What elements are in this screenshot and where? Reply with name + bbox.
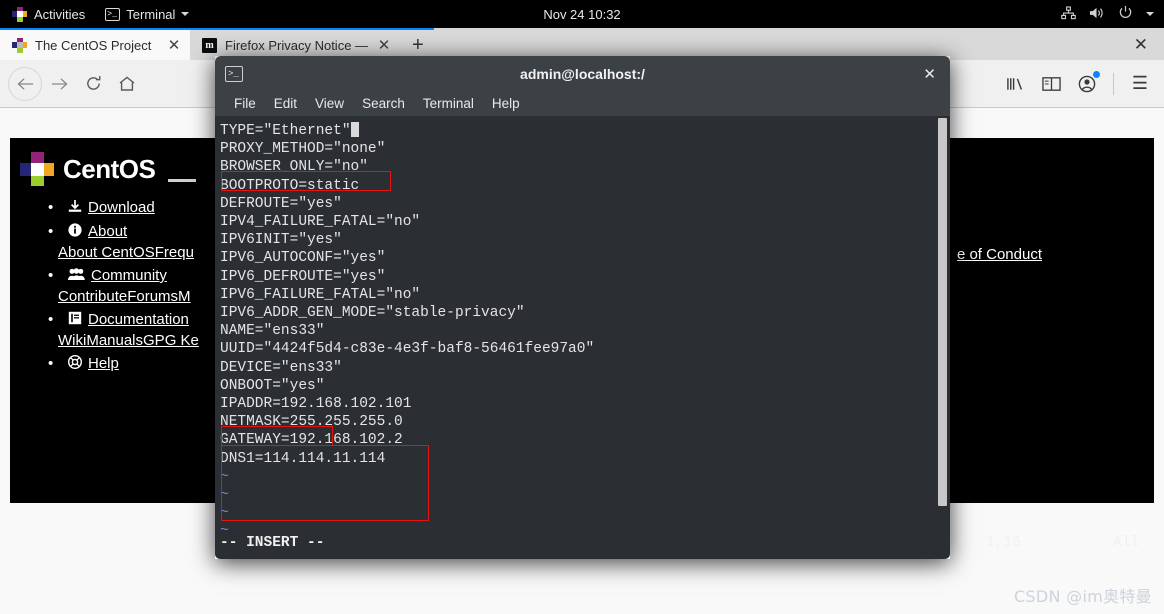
terminal-line: IPV6_FAILURE_FATAL="no" [220,286,421,303]
nav-link-community[interactable]: Community [68,266,167,286]
terminal-icon [105,7,121,21]
logo-underline [168,178,197,182]
app-menu-button[interactable]: ☰ [1124,68,1156,100]
nav-label: Download [88,199,155,216]
help-icon [67,354,83,374]
watermark: CSDN @im奥特曼 [1013,587,1152,606]
centos-logo-icon [12,6,27,22]
vim-mode-indicator: -- INSERT -- [220,535,325,551]
vim-scroll-indicator: All [1113,535,1140,551]
terminal-line: IPV6_DEFROUTE="yes" [220,268,386,285]
terminal-line: IPV6_ADDR_GEN_MODE="stable-privacy" [220,305,525,322]
terminal-line: BOOTPROTO=static [220,177,360,194]
terminal-menubar: File Edit View Search Terminal Help [215,91,950,116]
system-status-area[interactable] [1061,0,1154,28]
sidebar-icon[interactable] [1035,68,1067,100]
nav-label: Help [88,355,119,372]
vim-cursor-position: 1,16 [986,535,1021,551]
library-icon[interactable] [999,68,1031,100]
text-cursor [350,122,359,137]
terminal-output[interactable]: TYPE="Ethernet" PROXY_METHOD="none" BROW… [215,116,950,534]
system-topbar: Activities Terminal Nov 24 10:32 [0,0,1164,28]
close-icon[interactable]: ✕ [166,38,182,53]
menu-search[interactable]: Search [353,91,414,116]
reload-button[interactable] [76,67,110,101]
activities-label: Activities [34,6,86,22]
chevron-down-icon [1146,12,1154,16]
vim-empty-line: ~ [220,468,229,485]
info-icon [68,222,82,242]
nav-link-download[interactable]: Download [68,198,155,218]
page-title: CentOS [63,153,156,184]
terminal-line: DEFROUTE="yes" [220,195,342,212]
terminal-line: DEVICE="ens33" [220,359,342,376]
terminal-line: IPV6INIT="yes" [220,232,342,249]
toolbar-divider [1113,72,1114,95]
terminal-line: IPADDR=192.168.102.101 [220,396,412,413]
volume-icon [1089,6,1105,23]
terminal-line: ONBOOT="yes" [220,377,325,394]
nav-label: Documentation [88,311,189,328]
home-button[interactable] [110,67,144,101]
nav-label: Community [91,267,167,284]
nav-link-code-of-conduct[interactable]: e of Conduct [957,246,1042,263]
nav-link-about[interactable]: About [68,222,127,242]
terminal-line: UUID="4424f5d4-c83e-4e3f-baf8-56461fee97… [220,341,595,358]
nav-link-documentation[interactable]: Documentation [68,310,189,330]
app-menu-label: Terminal [126,6,176,22]
centos-favicon-icon [12,37,27,53]
tab-title: Firefox Privacy Notice — [225,37,369,53]
tab-centos-project[interactable]: The CentOS Project ✕ [0,30,190,60]
community-icon [68,266,85,286]
app-menu-terminal[interactable]: Terminal [95,0,199,28]
vim-empty-line: ~ [220,487,229,504]
documentation-icon [68,310,82,330]
mozilla-favicon-icon: m [202,37,217,53]
terminal-line: PROXY_METHOD="none" [220,141,386,158]
vim-empty-line: ~ [220,505,229,522]
menu-terminal[interactable]: Terminal [414,91,483,116]
vim-empty-line: ~ [220,523,229,534]
chevron-down-icon [181,12,190,16]
back-button[interactable] [8,66,42,101]
nav-link-help[interactable]: Help [67,354,119,374]
forward-button[interactable] [42,67,76,101]
terminal-line: IPV4_FAILURE_FATAL="no" [220,214,421,231]
download-icon [68,198,82,218]
terminal-titlebar[interactable]: admin@localhost:/ ✕ [215,56,950,91]
account-icon[interactable] [1071,68,1103,100]
terminal-line: BROWSER_ONLY="no" [220,159,368,176]
terminal-line: GATEWAY=192.168.102.2 [220,432,403,449]
menu-help[interactable]: Help [483,91,529,116]
terminal-line: DNS1=114.114.11.114 [220,450,386,467]
toolbar-right: ☰ [999,68,1156,100]
menu-file[interactable]: File [225,91,265,116]
terminal-window: admin@localhost:/ ✕ File Edit View Searc… [215,56,1139,559]
network-icon [1061,5,1076,23]
window-close-button[interactable]: ✕ [1118,30,1164,60]
account-badge [1093,70,1100,78]
close-icon[interactable]: ✕ [923,65,936,83]
vim-status-line: -- INSERT -- 1,16 All [215,534,1139,559]
menu-edit[interactable]: Edit [265,91,306,116]
power-icon [1118,5,1133,23]
menu-view[interactable]: View [306,91,353,116]
tab-title: The CentOS Project [35,37,152,53]
terminal-line: NAME="ens33" [220,323,325,340]
nav-label: About [88,223,128,240]
terminal-scrollbar[interactable] [937,118,948,506]
activities-button[interactable]: Activities [0,0,95,28]
terminal-line: IPV6_AUTOCONF="yes" [220,250,386,267]
close-icon[interactable]: ✕ [376,38,392,53]
terminal-line: NETMASK=255.255.255.0 [220,414,403,431]
terminal-title: admin@localhost:/ [520,65,645,82]
terminal-line: TYPE="Ethernet" [219,122,950,140]
centos-logo-icon [20,152,54,186]
